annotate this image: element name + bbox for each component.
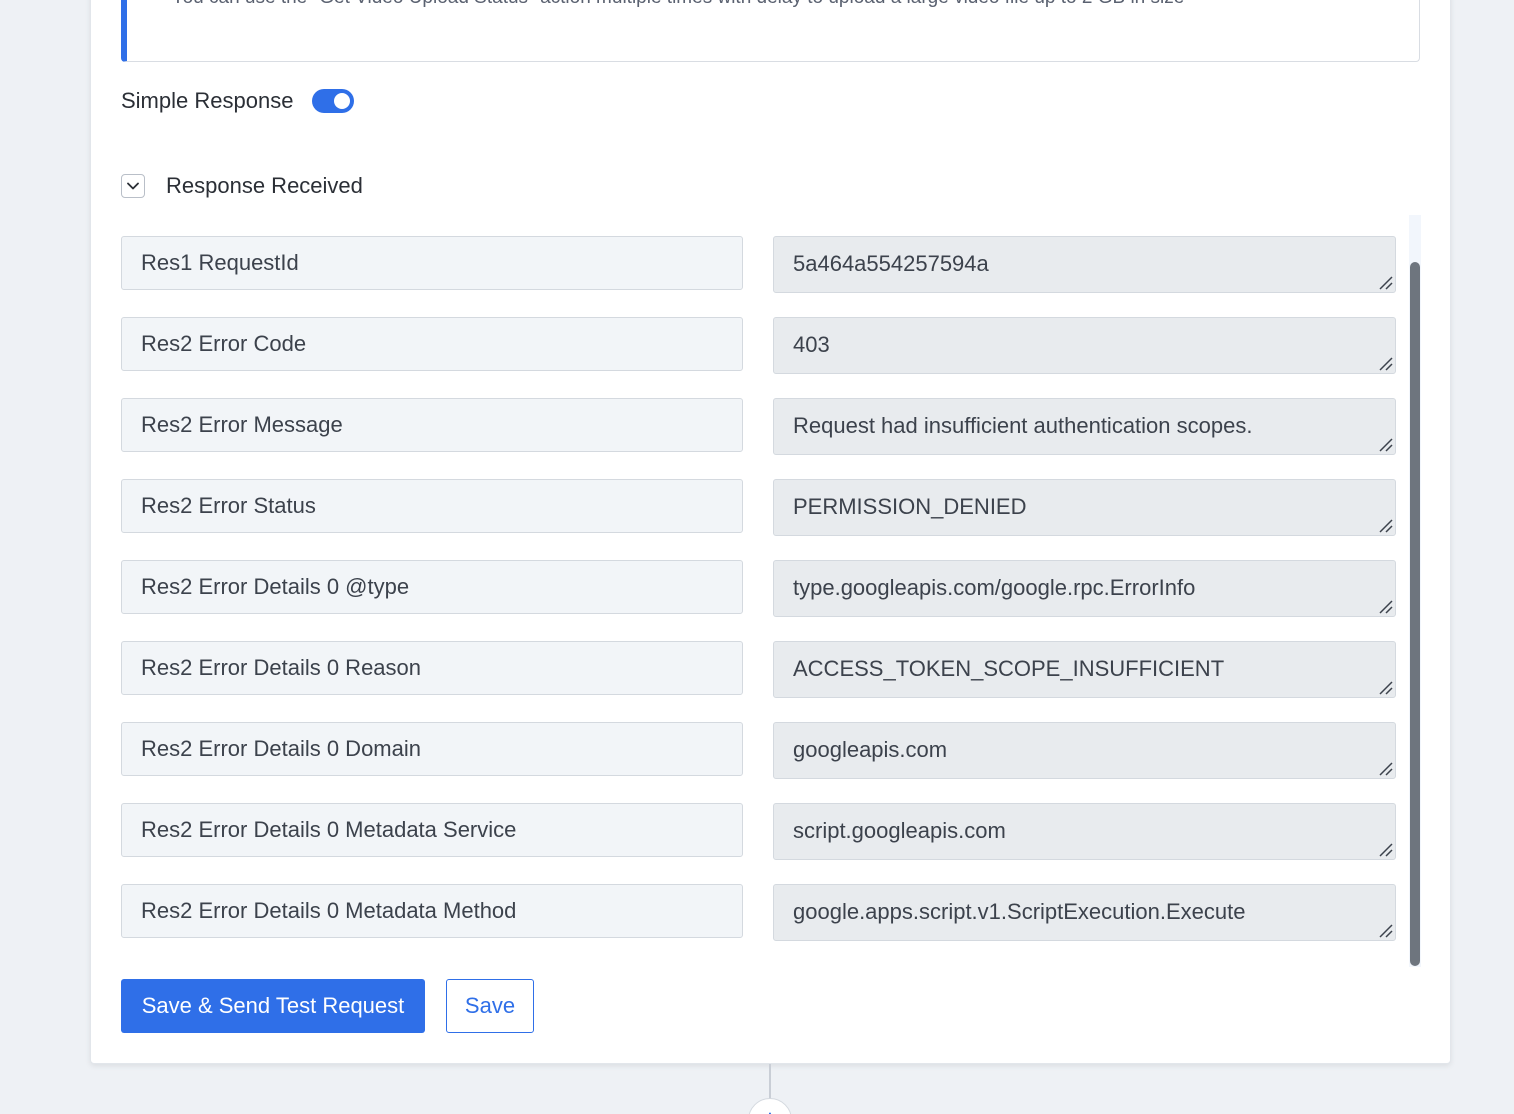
resize-handle-icon[interactable] (1377, 922, 1393, 938)
simple-response-toggle[interactable] (312, 89, 355, 113)
response-value-field[interactable]: 5a464a554257594a (773, 236, 1396, 293)
notice-text: You can use the "Get Video Upload Status… (172, 0, 1185, 8)
response-row: Res1 RequestId 5a464a554257594a (121, 236, 1397, 317)
response-key-field[interactable]: Res2 Error Code (121, 317, 743, 371)
notice-line: • You can use the "Get Video Upload Statu… (155, 0, 1184, 9)
response-scrollbar[interactable] (1409, 215, 1421, 967)
response-value-field[interactable]: google.apps.script.v1.ScriptExecution.Ex… (773, 884, 1396, 941)
response-value-field[interactable]: googleapis.com (773, 722, 1396, 779)
response-value-field[interactable]: Request had insufficient authentication … (773, 398, 1396, 455)
save-send-test-request-button[interactable]: Save & Send Test Request (121, 979, 425, 1033)
response-row: Res2 Error Details 0 Reason ACCESS_TOKEN_… (121, 641, 1397, 722)
response-value-text: script.googleapis.com (793, 818, 1006, 843)
response-value-text: googleapis.com (793, 737, 948, 762)
resize-handle-icon[interactable] (1377, 436, 1393, 452)
action-config-card: • You can use the "Get Video Upload Statu… (90, 0, 1451, 1064)
add-step-button[interactable]: + (748, 1098, 792, 1114)
response-received-label: Response Received (166, 173, 363, 198)
response-value-text: Request had insufficient authentication … (793, 413, 1253, 438)
resize-handle-icon[interactable] (1377, 355, 1393, 371)
response-value-field[interactable]: PERMISSION_DENIED (773, 479, 1396, 536)
workflow-connector (769, 1064, 771, 1100)
response-row: Res2 Error Details 0 Metadata Method goog… (121, 884, 1397, 965)
response-key-field[interactable]: Res2 Error Details 0 Domain (121, 722, 743, 776)
toggle-knob (334, 93, 351, 109)
response-key-field[interactable]: Res2 Error Details 0 Reason (121, 641, 743, 695)
response-value-text: 403 (793, 332, 830, 357)
chevron-down-icon (127, 182, 139, 190)
response-row: Res2 Error Message Request had insufficie… (121, 398, 1397, 479)
response-key-field[interactable]: Res1 RequestId (121, 236, 743, 290)
response-key-field[interactable]: Res2 Error Details 0 @type (121, 560, 743, 614)
response-key-field[interactable]: Res2 Error Details 0 Metadata Service (121, 803, 743, 857)
response-value-text: 5a464a554257594a (793, 251, 989, 276)
response-fields-list: Res1 RequestId 5a464a554257594a Res2 Error… (121, 236, 1397, 965)
page: • You can use the "Get Video Upload Statu… (0, 0, 1514, 1114)
resize-handle-icon[interactable] (1377, 841, 1393, 857)
simple-response-row: Simple Response (121, 88, 355, 114)
response-row: Res2 Error Details 0 @type type.googleapi… (121, 560, 1397, 641)
scrollbar-thumb[interactable] (1410, 262, 1420, 966)
save-button[interactable]: Save (446, 979, 534, 1033)
resize-handle-icon[interactable] (1377, 274, 1393, 290)
response-row: Res2 Error Status PERMISSION_DENIED (121, 479, 1397, 560)
response-row: Res2 Error Details 0 Domain googleapis.co… (121, 722, 1397, 803)
collapse-toggle-button[interactable] (121, 174, 145, 198)
response-value-text: google.apps.script.v1.ScriptExecution.Ex… (793, 899, 1246, 924)
bullet-icon: • (155, 0, 162, 8)
response-value-text: PERMISSION_DENIED (793, 494, 1027, 519)
response-value-field[interactable]: 403 (773, 317, 1396, 374)
response-value-field[interactable]: type.googleapis.com/google.rpc.ErrorInfo (773, 560, 1396, 617)
response-row: Res2 Error Code 403 (121, 317, 1397, 398)
info-notice: • You can use the "Get Video Upload Statu… (121, 0, 1420, 62)
resize-handle-icon[interactable] (1377, 760, 1393, 776)
response-value-field[interactable]: ACCESS_TOKEN_SCOPE_INSUFFICIENT (773, 641, 1396, 698)
response-value-text: type.googleapis.com/google.rpc.ErrorInfo (793, 575, 1196, 600)
response-key-field[interactable]: Res2 Error Status (121, 479, 743, 533)
resize-handle-icon[interactable] (1377, 517, 1393, 533)
resize-handle-icon[interactable] (1377, 679, 1393, 695)
resize-handle-icon[interactable] (1377, 598, 1393, 614)
simple-response-label: Simple Response (121, 88, 294, 113)
response-key-field[interactable]: Res2 Error Details 0 Metadata Method (121, 884, 743, 938)
response-key-field[interactable]: Res2 Error Message (121, 398, 743, 452)
response-row: Res2 Error Details 0 Metadata Service scr… (121, 803, 1397, 884)
response-received-header: Response Received (121, 173, 363, 199)
response-value-field[interactable]: script.googleapis.com (773, 803, 1396, 860)
response-value-text: ACCESS_TOKEN_SCOPE_INSUFFICIENT (793, 656, 1225, 681)
